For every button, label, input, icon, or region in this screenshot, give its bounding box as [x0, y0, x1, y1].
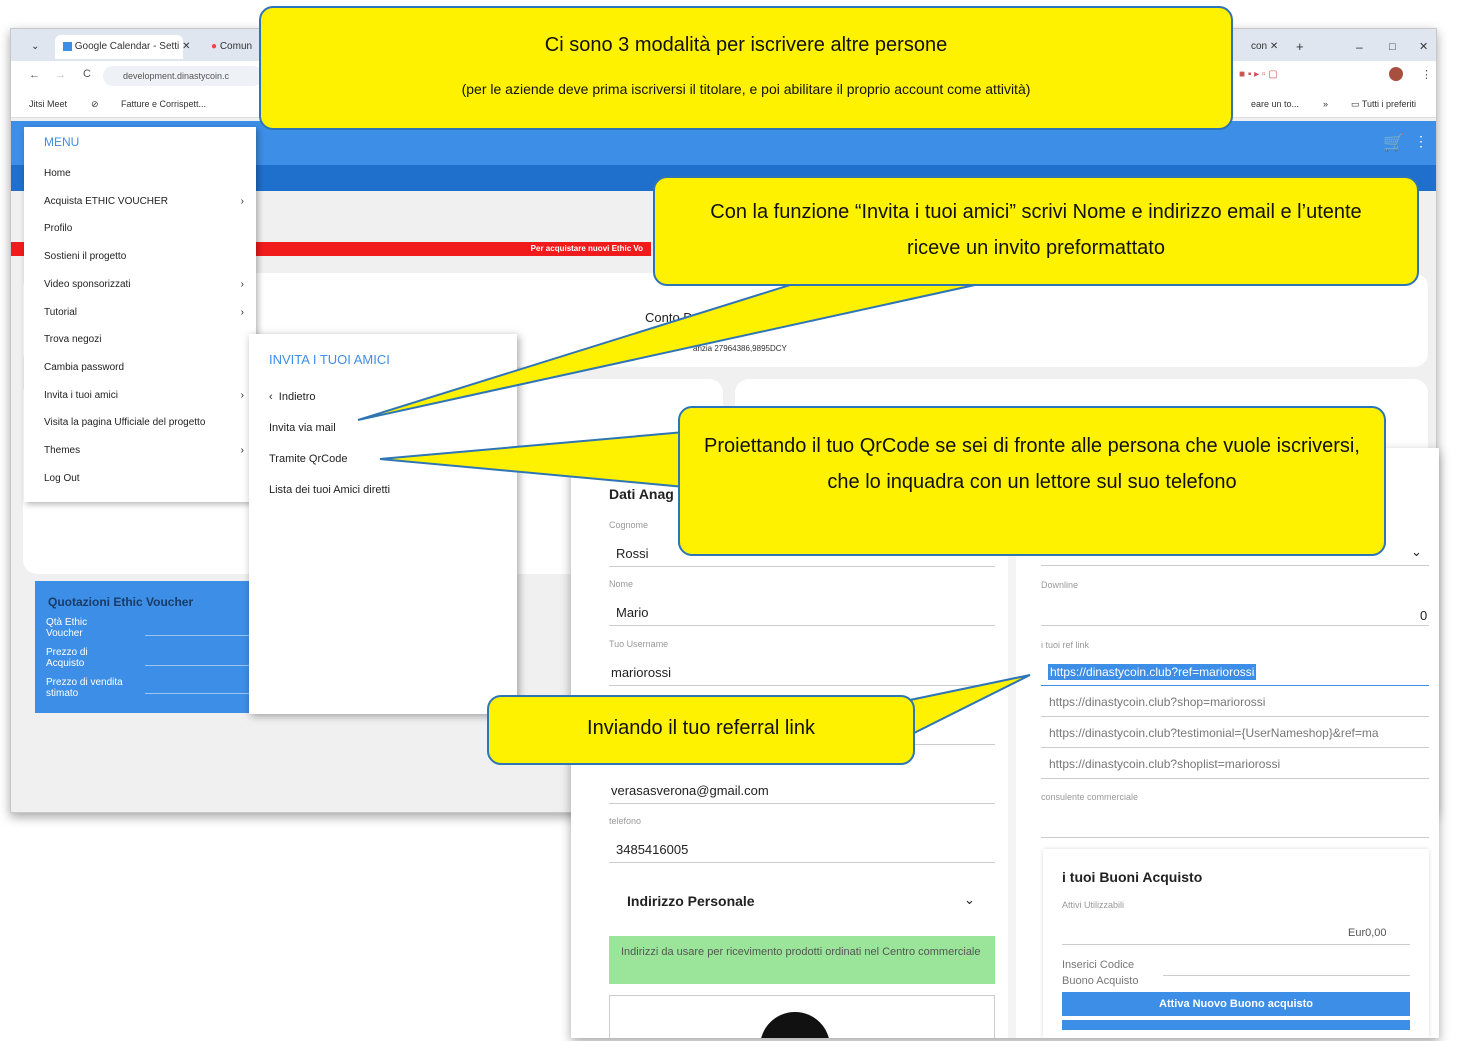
callout-qrcode: Proiettando il tuo QrCode se sei di fron…	[678, 406, 1386, 556]
pointer-qr	[379, 430, 686, 489]
callout-intro: Ci sono 3 modalità per iscrivere altre p…	[259, 6, 1233, 130]
callout-mail: Con la funzione “Invita i tuoi amici” sc…	[653, 176, 1419, 286]
callout-referral: Inviando il tuo referral link	[487, 695, 915, 765]
callout-intro-subtitle: (per le aziende deve prima iscriversi il…	[461, 81, 1031, 97]
pointer-ref	[909, 674, 1031, 737]
callout-intro-title: Ci sono 3 modalità per iscrivere altre p…	[544, 34, 948, 56]
pointer-mail	[357, 284, 976, 421]
